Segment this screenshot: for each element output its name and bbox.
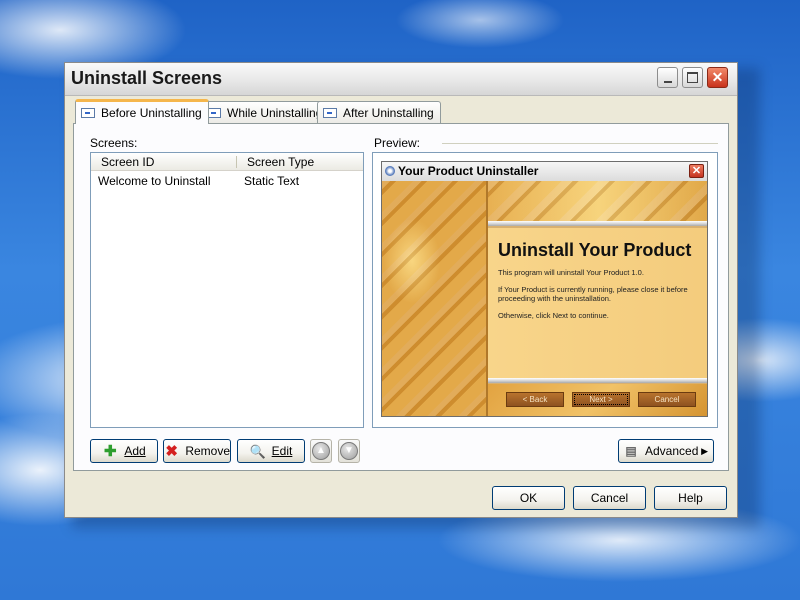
arrow-up-icon: ▲: [312, 442, 330, 460]
add-button-label: Add: [124, 444, 146, 458]
screens-list[interactable]: Screen ID Screen Type Welcome to Uninsta…: [90, 152, 364, 428]
move-up-button[interactable]: ▲: [310, 439, 332, 463]
preview-footer: < Back Next > Cancel: [488, 384, 707, 416]
preview-paragraph: This program will uninstall Your Product…: [498, 268, 644, 277]
x-icon: ✖: [165, 442, 178, 460]
edit-button[interactable]: 🔍 Edit: [237, 439, 305, 463]
minimize-icon: [663, 80, 672, 83]
table-row[interactable]: Welcome to Uninstall Static Text: [91, 173, 363, 189]
magnifier-icon: 🔍: [249, 443, 266, 459]
advanced-button-label: Advanced: [645, 444, 699, 458]
maximize-icon: [687, 72, 698, 83]
screen-icon: [207, 107, 221, 118]
window-title: Uninstall Screens: [71, 68, 223, 88]
preview-uninstaller-window: Your Product Uninstaller ✕ Uninstall You…: [381, 161, 708, 417]
tab-label: While Uninstalling: [227, 105, 323, 120]
plus-icon: ✚: [104, 442, 117, 460]
remove-button-label: Remove: [185, 444, 230, 458]
arrow-down-icon: ▼: [340, 442, 358, 460]
preview-window-title: Your Product Uninstaller: [398, 164, 539, 178]
preview-separator: [442, 143, 718, 144]
wood-header-image: [488, 181, 707, 221]
arrow-right-icon: ▶: [701, 445, 708, 456]
preview-pane: Your Product Uninstaller ✕ Uninstall You…: [372, 152, 718, 428]
remove-button[interactable]: ✖ Remove: [163, 439, 231, 463]
title-bar[interactable]: Uninstall Screens ✕: [65, 63, 737, 96]
list-header: Screen ID Screen Type: [91, 153, 363, 171]
preview-heading: Uninstall Your Product: [498, 240, 692, 260]
uninstall-screens-dialog: Uninstall Screens ✕ Before Uninstalling …: [64, 62, 738, 518]
minimize-button[interactable]: [657, 67, 678, 88]
preview-paragraph: If Your Product is currently running, pl…: [498, 285, 688, 303]
uninstaller-icon: [385, 166, 395, 176]
tab-after-uninstalling[interactable]: After Uninstalling: [317, 101, 441, 123]
screen-id-cell: Welcome to Uninstall: [98, 174, 211, 188]
tab-before-uninstalling[interactable]: Before Uninstalling: [75, 99, 209, 124]
maximize-button[interactable]: [682, 67, 703, 88]
add-button[interactable]: ✚ Add: [90, 439, 158, 463]
preview-title-bar: Your Product Uninstaller ✕: [382, 162, 707, 182]
close-icon: ✕: [711, 69, 724, 85]
preview-cancel-button: Cancel: [638, 392, 696, 407]
footer-divider: [488, 378, 707, 383]
column-header-screen-type[interactable]: Screen Type: [247, 155, 314, 169]
preview-paragraph: Otherwise, click Next to continue.: [498, 311, 609, 320]
help-button[interactable]: Help: [654, 486, 727, 510]
move-down-button[interactable]: ▼: [338, 439, 360, 463]
ok-button-label: OK: [519, 491, 538, 505]
tab-while-uninstalling[interactable]: While Uninstalling: [201, 101, 330, 123]
help-button-label: Help: [678, 491, 703, 505]
screen-type-cell: Static Text: [244, 174, 300, 188]
document-icon: ▤: [625, 444, 637, 458]
screen-icon: [81, 108, 95, 118]
preview-label: Preview:: [374, 136, 421, 150]
column-divider[interactable]: [236, 156, 237, 168]
screens-label: Screens:: [90, 136, 138, 150]
tab-label: After Uninstalling: [343, 105, 434, 120]
preview-next-button: Next >: [572, 392, 630, 407]
column-header-screen-id[interactable]: Screen ID: [101, 155, 154, 169]
preview-content: Uninstall Your Product This program will…: [488, 228, 707, 378]
tab-label: Before Uninstalling: [101, 106, 202, 120]
ok-button[interactable]: OK: [492, 486, 565, 510]
screen-icon: [323, 107, 337, 118]
wood-side-image: [382, 181, 488, 416]
edit-button-label: Edit: [271, 444, 293, 458]
cancel-button[interactable]: Cancel: [573, 486, 646, 510]
tab-panel: Screens: Preview: Screen ID Screen Type …: [73, 123, 729, 471]
cancel-button-label: Cancel: [590, 491, 629, 505]
header-divider: [488, 221, 707, 226]
preview-back-button: < Back: [506, 392, 564, 407]
close-button[interactable]: ✕: [707, 67, 728, 88]
preview-close-icon: ✕: [689, 164, 704, 178]
advanced-button[interactable]: ▤ Advanced ▶: [618, 439, 714, 463]
